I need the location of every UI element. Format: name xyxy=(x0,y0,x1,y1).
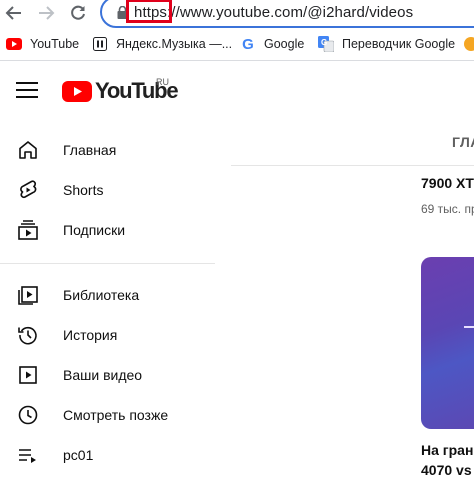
sidebar-item-playlist-pc01[interactable]: pc01 xyxy=(0,435,215,475)
library-icon xyxy=(18,286,38,305)
pause-icon xyxy=(92,36,108,52)
sidebar-item-label: Shorts xyxy=(63,182,104,198)
your-videos-icon xyxy=(19,366,37,384)
sidebar-item-watch-later[interactable]: Смотреть позже xyxy=(0,395,215,435)
menu-icon[interactable] xyxy=(16,82,38,100)
back-button[interactable] xyxy=(2,1,26,25)
browser-toolbar: https://www.youtube.com/@i2hard/videos xyxy=(0,0,474,28)
extra-bookmark-icon[interactable] xyxy=(464,37,474,51)
bookmark-google[interactable]: G Google xyxy=(240,35,305,53)
watch-later-icon xyxy=(18,405,38,425)
video-title[interactable]: 7900 XT xyxy=(421,175,474,191)
sidebar-item-subscriptions[interactable]: Подписки xyxy=(0,210,215,250)
arrow-left-icon xyxy=(5,6,21,20)
sidebar-item-library[interactable]: Библиотека xyxy=(0,275,215,315)
sidebar-item-label: Библиотека xyxy=(63,287,140,303)
shorts-icon xyxy=(20,180,37,199)
sidebar-item-label: История xyxy=(63,327,118,343)
sidebar-item-history[interactable]: История xyxy=(0,315,215,355)
sidebar-item-your-videos[interactable]: Ваши видео xyxy=(0,355,215,395)
svg-text:G: G xyxy=(321,38,327,47)
youtube-logo[interactable]: YouTube RU xyxy=(62,77,179,104)
history-icon xyxy=(18,326,37,345)
bookmark-label: Google xyxy=(264,37,305,51)
bookmark-label: Переводчик Google xyxy=(342,37,456,51)
google-icon: G xyxy=(242,35,254,53)
tabs-divider xyxy=(231,165,474,166)
bookmark-google-translate[interactable]: G Переводчик Google xyxy=(318,36,455,52)
thumbnail-mark xyxy=(464,326,474,328)
video-title-line: 4070 vs xyxy=(421,462,472,478)
bookmark-label: YouTube xyxy=(30,37,80,51)
forward-button[interactable] xyxy=(34,1,58,25)
translate-icon: G xyxy=(318,36,334,52)
url-text: https://www.youtube.com/@i2hard/videos xyxy=(134,4,413,21)
url-path: //www.youtube.com/@i2hard/videos xyxy=(171,4,414,21)
bookmark-yandex-music[interactable]: Яндекс.Музыка —... xyxy=(92,36,232,52)
youtube-play-logo-icon xyxy=(62,80,92,102)
playlist-icon xyxy=(19,449,36,463)
sidebar-divider xyxy=(0,263,215,264)
arrow-right-icon xyxy=(39,6,55,20)
sidebar-item-label: Ваши видео xyxy=(63,367,143,383)
video-meta: 69 тыс. пр xyxy=(421,202,474,216)
video-thumbnail[interactable] xyxy=(421,257,474,429)
browser-divider xyxy=(0,60,474,61)
logo-region: RU xyxy=(156,77,169,87)
sidebar-item-home[interactable]: Главная xyxy=(0,130,215,170)
sidebar-item-shorts[interactable]: Shorts xyxy=(0,170,215,210)
sidebar-item-label: Смотреть позже xyxy=(63,407,169,423)
tab-home[interactable]: ГЛА xyxy=(452,134,474,150)
bookmark-label: Яндекс.Музыка —... xyxy=(116,37,233,51)
video-title-line: На грань xyxy=(421,442,474,458)
subscriptions-icon xyxy=(18,220,38,240)
bookmark-youtube[interactable]: YouTube xyxy=(6,36,79,52)
sidebar-item-label: Подписки xyxy=(63,222,126,238)
bookmarks-bar: YouTube Яндекс.Музыка —... G Google G Пе… xyxy=(0,30,474,58)
reload-icon xyxy=(71,5,85,20)
sidebar-item-label: pc01 xyxy=(63,447,94,463)
video-title[interactable]: На грань 4070 vs xyxy=(421,440,474,480)
home-icon xyxy=(19,141,37,159)
reload-button[interactable] xyxy=(66,1,90,25)
https-highlight-box xyxy=(126,0,172,23)
sidebar-item-label: Главная xyxy=(63,142,117,158)
youtube-icon xyxy=(6,36,22,52)
